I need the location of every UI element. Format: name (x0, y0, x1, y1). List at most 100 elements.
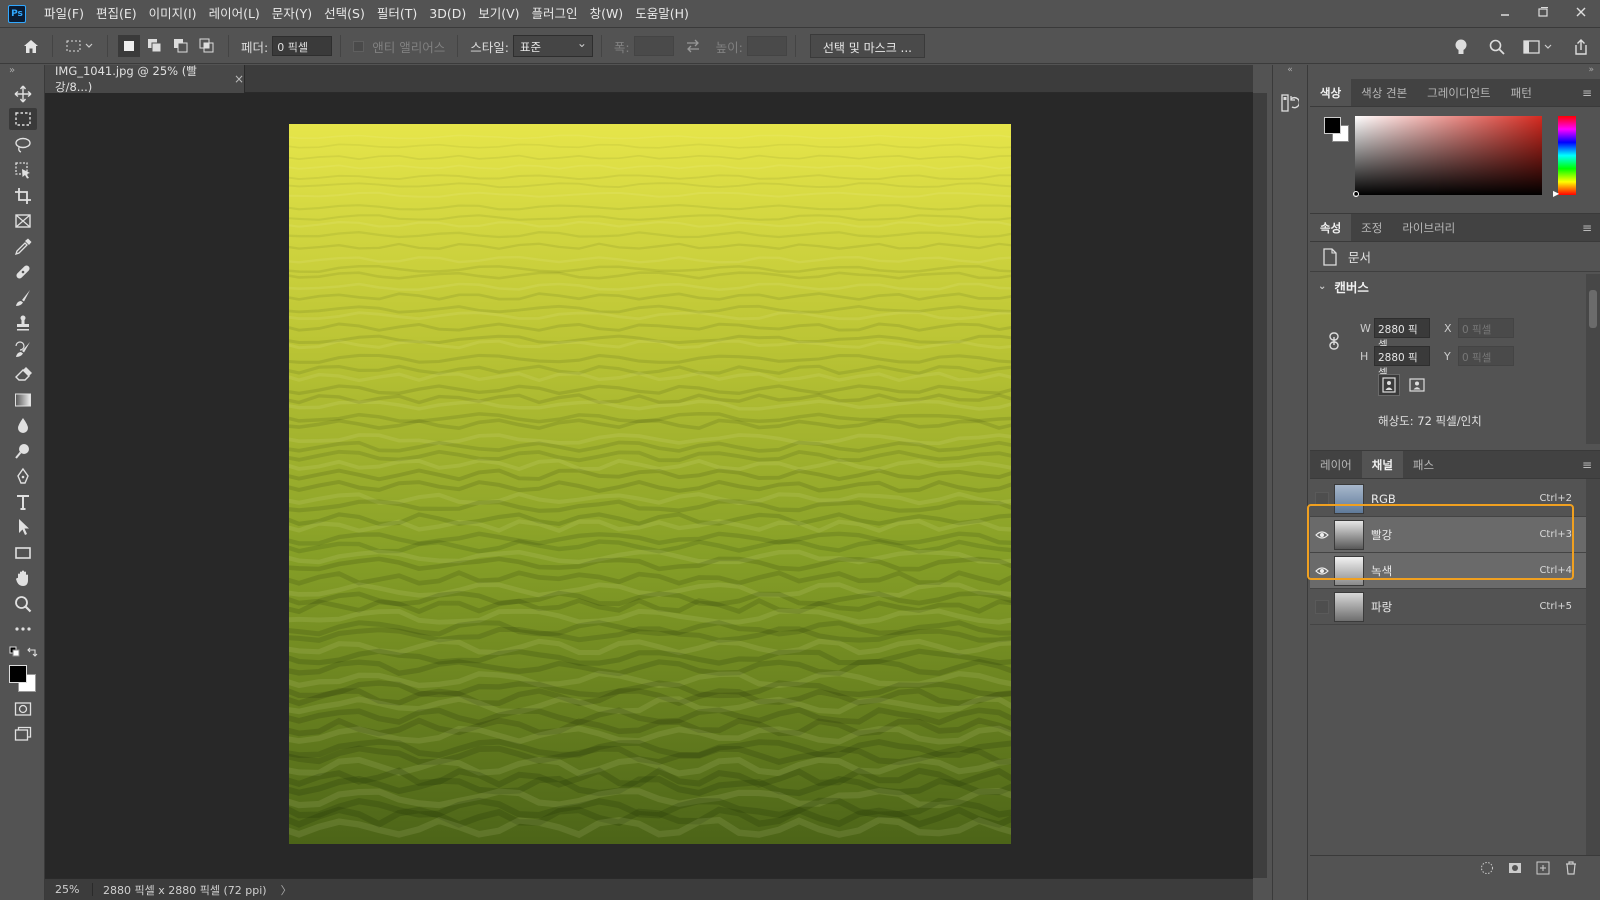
foreground-color-swatch[interactable] (1324, 117, 1341, 134)
panel-menu-icon[interactable]: ≡ (1582, 458, 1592, 472)
load-channel-selection-button[interactable] (1480, 861, 1494, 878)
zoom-level[interactable]: 25% (45, 883, 93, 896)
new-channel-button[interactable] (1536, 861, 1550, 878)
blur-tool[interactable] (0, 413, 45, 439)
color-field[interactable] (1355, 116, 1542, 195)
canvas-x-input[interactable]: 0 픽셀 (1458, 318, 1514, 338)
swap-dimensions-button[interactable] (682, 35, 704, 57)
landscape-button[interactable] (1406, 374, 1428, 396)
search-button[interactable] (1486, 36, 1508, 58)
eraser-tool[interactable] (0, 362, 45, 388)
menu-window[interactable]: 창(W) (584, 0, 630, 28)
new-selection-button[interactable] (118, 35, 140, 57)
subtract-selection-button[interactable] (170, 35, 192, 57)
hand-tool[interactable] (0, 566, 45, 592)
visibility-toggle[interactable] (1310, 481, 1334, 517)
menu-layer[interactable]: 레이어(L) (203, 0, 266, 28)
scrollbar-thumb[interactable] (1589, 290, 1597, 328)
foreground-color-swatch[interactable] (9, 665, 27, 683)
channel-row-rgb[interactable]: RGB Ctrl+2 (1310, 481, 1586, 517)
rectangular-marquee-tool[interactable] (0, 107, 45, 133)
marquee-preset-picker[interactable] (63, 35, 97, 57)
channel-row-blue[interactable]: 파랑 Ctrl+5 (1310, 589, 1586, 625)
photoshop-logo[interactable]: Ps (8, 4, 26, 23)
document-scrollbar[interactable] (1253, 93, 1267, 878)
tab-patterns[interactable]: 패턴 (1501, 79, 1542, 106)
gradient-tool[interactable] (0, 387, 45, 413)
tab-color[interactable]: 색상 (1310, 79, 1352, 106)
height-input[interactable] (746, 36, 787, 56)
type-tool[interactable] (0, 489, 45, 515)
learn-button[interactable] (1450, 36, 1472, 58)
menu-edit[interactable]: 편집(E) (90, 0, 143, 28)
tab-layers[interactable]: 레이어 (1310, 451, 1362, 478)
crop-tool[interactable] (0, 183, 45, 209)
history-panel-button[interactable] (1278, 91, 1302, 115)
tab-properties[interactable]: 속성 (1310, 214, 1352, 241)
close-window-button[interactable] (1562, 0, 1600, 24)
zoom-tool[interactable] (0, 591, 45, 617)
expand-panels-icon[interactable]: « (1273, 65, 1307, 79)
object-selection-tool[interactable] (0, 158, 45, 184)
close-tab-icon[interactable]: × (234, 72, 244, 86)
hue-slider[interactable] (1558, 116, 1576, 195)
tab-channels[interactable]: 채널 (1361, 451, 1403, 478)
document-info[interactable]: 2880 픽셀 x 2880 픽셀 (72 ppi) (93, 882, 267, 898)
save-selection-channel-button[interactable] (1508, 861, 1522, 878)
more-tools-button[interactable] (0, 617, 45, 643)
feather-input[interactable]: 0 픽셀 (272, 36, 333, 56)
channels-scrollbar[interactable] (1586, 479, 1600, 855)
document-tab[interactable]: IMG_1041.jpg @ 25% (빨강/8...) × (45, 64, 245, 94)
dodge-tool[interactable] (0, 438, 45, 464)
tab-gradients[interactable]: 그레이디언트 (1417, 79, 1500, 106)
link-icon[interactable] (1328, 332, 1340, 350)
maximize-button[interactable] (1524, 0, 1562, 24)
menu-plugins[interactable]: 플러그인 (526, 0, 584, 28)
chevron-down-icon[interactable]: ⌄ (1318, 281, 1326, 292)
canvas-width-input[interactable]: 2880 픽셀 (1374, 318, 1430, 351)
menu-filter[interactable]: 필터(T) (371, 0, 423, 28)
menu-select[interactable]: 선택(S) (318, 0, 371, 28)
menu-view[interactable]: 보기(V) (472, 0, 525, 28)
add-selection-button[interactable] (144, 35, 166, 57)
default-colors-icon[interactable] (9, 646, 21, 658)
menu-help[interactable]: 도움말(H) (629, 0, 695, 28)
delete-channel-button[interactable] (1564, 861, 1578, 878)
canvas-section-header[interactable]: ⌄ 캔버스 (1310, 272, 1600, 300)
channel-row-red[interactable]: 빨강 Ctrl+3 (1310, 517, 1586, 553)
select-and-mask-button[interactable]: 선택 및 마스크 ... (809, 34, 925, 58)
style-select[interactable]: 표준 (512, 35, 593, 57)
menu-3d[interactable]: 3D(D) (423, 0, 472, 28)
history-brush-tool[interactable] (0, 336, 45, 362)
healing-brush-tool[interactable] (0, 260, 45, 286)
canvas-y-input[interactable]: 0 픽셀 (1458, 346, 1514, 366)
tools-collapse-icon[interactable]: » (0, 65, 44, 81)
menu-type[interactable]: 문자(Y) (266, 0, 318, 28)
minimize-button[interactable] (1486, 0, 1524, 24)
swap-colors-icon[interactable] (26, 646, 38, 658)
home-button[interactable] (20, 35, 42, 57)
menu-file[interactable]: 파일(F) (38, 0, 90, 28)
width-input[interactable] (633, 36, 674, 56)
canvas[interactable] (289, 124, 1011, 844)
brush-tool[interactable] (0, 285, 45, 311)
properties-scrollbar[interactable] (1586, 274, 1600, 444)
collapse-panels-icon[interactable]: » (1310, 65, 1600, 79)
panel-menu-icon[interactable]: ≡ (1582, 86, 1592, 100)
path-selection-tool[interactable] (0, 515, 45, 541)
status-menu-arrow[interactable]: 〉 (281, 882, 292, 898)
hue-slider-marker[interactable]: ▶ (1553, 189, 1559, 198)
eyedropper-tool[interactable] (0, 234, 45, 260)
visibility-toggle[interactable] (1310, 553, 1334, 589)
intersect-selection-button[interactable] (196, 35, 218, 57)
panel-menu-icon[interactable]: ≡ (1582, 221, 1592, 235)
move-tool[interactable] (0, 81, 45, 107)
tab-swatches[interactable]: 색상 견본 (1351, 79, 1417, 106)
frame-tool[interactable] (0, 209, 45, 235)
channel-row-green[interactable]: 녹색 Ctrl+4 (1310, 553, 1586, 589)
clone-stamp-tool[interactable] (0, 311, 45, 337)
share-button[interactable] (1570, 36, 1592, 58)
quick-mask-button[interactable] (0, 696, 45, 722)
canvas-height-input[interactable]: 2880 픽셀 (1374, 346, 1430, 379)
workspace-button[interactable] (1522, 36, 1556, 58)
